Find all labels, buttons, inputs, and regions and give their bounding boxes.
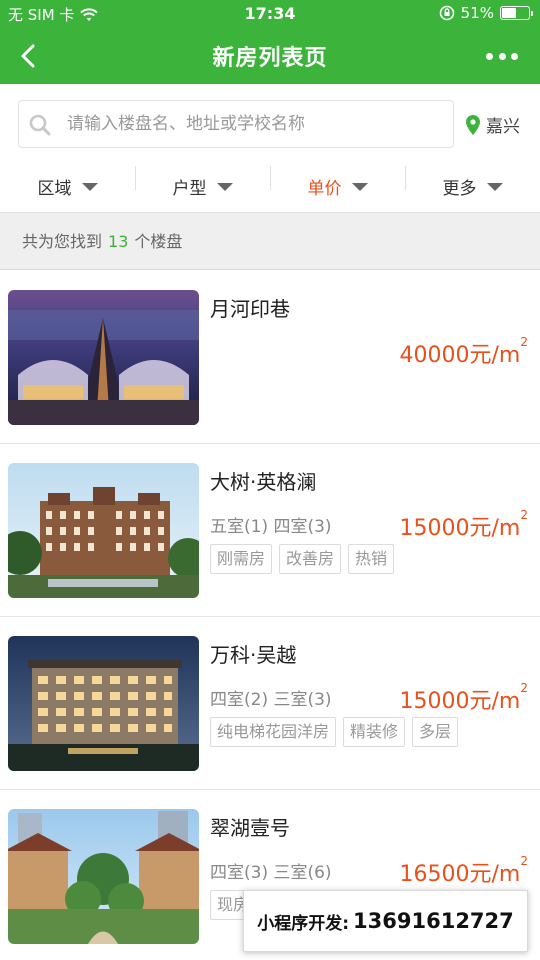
caret-down-icon bbox=[81, 183, 98, 191]
more-dot-icon bbox=[511, 52, 518, 60]
listing-tag: 热销 bbox=[348, 544, 395, 574]
listing-name: 翠湖壹号 bbox=[210, 816, 290, 840]
listing-tag: 多层 bbox=[412, 717, 459, 747]
listing-price: 15000元/m2 bbox=[399, 681, 528, 715]
count-number: 13 bbox=[108, 232, 129, 251]
price-unit-sup: 2 bbox=[520, 508, 528, 522]
page-title: 新房列表页 bbox=[212, 46, 328, 71]
rotation-lock-icon bbox=[439, 5, 454, 21]
count-prefix: 共为您找到 bbox=[22, 232, 103, 251]
listing-price: 15000元/m2 bbox=[399, 508, 528, 542]
listing-image bbox=[8, 463, 199, 598]
status-right: 51% bbox=[439, 4, 533, 22]
filter-label: 户型 bbox=[172, 178, 207, 199]
caret-down-icon bbox=[351, 183, 368, 191]
listing-tags: 纯电梯花园洋房 精装修 多层 bbox=[210, 717, 459, 747]
filter-label: 单价 bbox=[307, 178, 342, 199]
more-dot-icon bbox=[486, 52, 493, 60]
listing-item[interactable]: 万科·吴越 四室(2) 三室(3) 15000元/m2 纯电梯花园洋房 精装修 … bbox=[0, 617, 540, 790]
status-bar: 无 SIM 卡 17:34 51% bbox=[0, 0, 540, 28]
listing-rooms: 四室(2) 三室(3) bbox=[210, 690, 332, 710]
listing-tags: 刚需房 改善房 热销 bbox=[210, 544, 395, 574]
result-count-bar: 共为您找到 13 个楼盘 bbox=[0, 212, 540, 270]
battery-icon bbox=[500, 6, 533, 20]
listing-image bbox=[8, 809, 199, 944]
listing-thumbnail bbox=[8, 809, 199, 944]
caret-down-icon bbox=[216, 183, 233, 191]
listing-thumbnail bbox=[8, 636, 199, 771]
listing-rooms: 五室(1) 四室(3) bbox=[210, 517, 332, 537]
listing-tag: 纯电梯花园洋房 bbox=[210, 717, 337, 747]
search-box[interactable] bbox=[18, 100, 454, 148]
filter-label: 更多 bbox=[442, 178, 477, 199]
price-unit-sup: 2 bbox=[520, 335, 528, 349]
listing-name: 大树·英格澜 bbox=[210, 470, 317, 494]
filter-layout[interactable]: 户型 bbox=[135, 160, 270, 212]
listing-image bbox=[8, 290, 199, 425]
listing-thumbnail bbox=[8, 290, 199, 425]
city-selector[interactable]: 嘉兴 bbox=[466, 112, 520, 137]
price-text: 15000元/m bbox=[399, 516, 521, 541]
promo-banner: 小程序开发: 13691612727 bbox=[243, 890, 528, 952]
city-label: 嘉兴 bbox=[486, 117, 520, 137]
listing-name: 万科·吴越 bbox=[210, 643, 297, 667]
listing-price: 40000元/m2 bbox=[399, 335, 528, 369]
price-unit-sup: 2 bbox=[520, 854, 528, 868]
listing-list: 月河印巷 40000元/m2 大树·英格澜 五室(1) 四室(3) 15000元… bbox=[0, 271, 540, 960]
price-text: 40000元/m bbox=[399, 343, 521, 368]
filter-unit-price[interactable]: 单价 bbox=[270, 160, 405, 212]
search-row: 嘉兴 bbox=[0, 84, 540, 160]
filter-more[interactable]: 更多 bbox=[405, 160, 540, 212]
price-unit-sup: 2 bbox=[520, 681, 528, 695]
listing-tag: 刚需房 bbox=[210, 544, 273, 574]
price-text: 16500元/m bbox=[399, 862, 521, 887]
filter-bar: 区域 户型 单价 更多 bbox=[0, 160, 540, 212]
listing-name: 月河印巷 bbox=[210, 297, 290, 321]
search-input[interactable] bbox=[67, 101, 447, 147]
listing-image bbox=[8, 636, 199, 771]
more-button[interactable] bbox=[486, 46, 518, 66]
listing-price: 16500元/m2 bbox=[399, 854, 528, 888]
filter-region[interactable]: 区域 bbox=[0, 160, 135, 212]
more-dot-icon bbox=[498, 52, 506, 60]
listing-item[interactable]: 大树·英格澜 五室(1) 四室(3) 15000元/m2 刚需房 改善房 热销 bbox=[0, 444, 540, 617]
listing-tag: 精装修 bbox=[343, 717, 406, 747]
promo-phone: 13691612727 bbox=[353, 909, 514, 933]
price-text: 15000元/m bbox=[399, 689, 521, 714]
search-icon bbox=[29, 114, 51, 136]
listing-thumbnail bbox=[8, 463, 199, 598]
nav-bar: 新房列表页 bbox=[0, 28, 540, 84]
location-pin-icon bbox=[466, 114, 480, 135]
count-suffix: 个楼盘 bbox=[134, 232, 183, 251]
caret-down-icon bbox=[486, 183, 503, 191]
promo-label: 小程序开发: bbox=[257, 913, 350, 934]
listing-item[interactable]: 月河印巷 40000元/m2 bbox=[0, 271, 540, 444]
filter-label: 区域 bbox=[37, 178, 72, 199]
listing-rooms: 四室(3) 三室(6) bbox=[210, 863, 332, 883]
listing-tag: 改善房 bbox=[279, 544, 342, 574]
app-header: 无 SIM 卡 17:34 51% 新房列表页 bbox=[0, 0, 540, 84]
battery-percent: 51% bbox=[460, 4, 494, 22]
